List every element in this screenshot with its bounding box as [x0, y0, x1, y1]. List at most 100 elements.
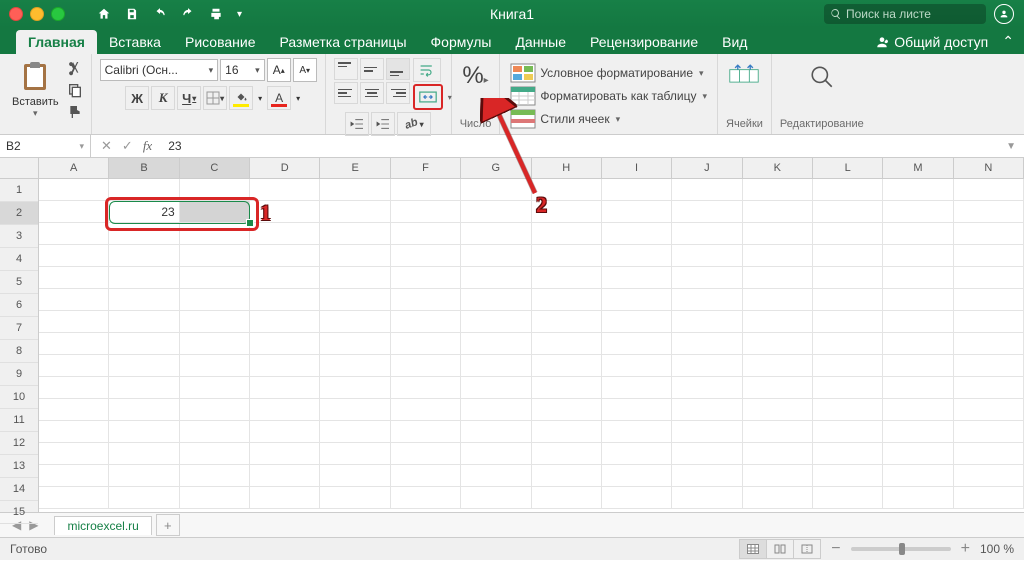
tab-home[interactable]: Главная	[16, 30, 97, 54]
zoom-slider[interactable]	[851, 547, 951, 551]
font-size-combo[interactable]: 16▾	[220, 59, 265, 81]
orientation-icon[interactable]: ab▾	[397, 112, 431, 136]
home-icon[interactable]	[97, 7, 111, 21]
row-header[interactable]: 15	[0, 501, 38, 524]
close-window-icon[interactable]	[9, 7, 23, 21]
format-as-table-button[interactable]: Форматировать как таблицу▾	[508, 85, 709, 107]
fill-color-button[interactable]: ▾	[229, 86, 253, 110]
print-icon[interactable]	[209, 7, 223, 21]
wrap-text-icon[interactable]	[413, 58, 441, 82]
search-box[interactable]: Поиск на листе	[824, 4, 986, 24]
share-button[interactable]: Общий доступ	[875, 34, 988, 50]
page-break-view-icon[interactable]	[793, 539, 821, 559]
align-bottom-icon[interactable]	[386, 58, 410, 80]
col-header[interactable]: B	[109, 158, 179, 178]
font-color-button[interactable]: A▾	[267, 86, 291, 110]
select-all-corner[interactable]	[0, 158, 38, 179]
col-header[interactable]: A	[39, 158, 109, 178]
paste-button[interactable]: Вставить ▾	[8, 58, 63, 121]
col-header[interactable]: N	[954, 158, 1024, 178]
col-header[interactable]: M	[883, 158, 953, 178]
fill-handle[interactable]	[246, 219, 254, 227]
tab-view[interactable]: Вид	[710, 30, 759, 54]
row-header[interactable]: 9	[0, 363, 38, 386]
zoom-in-button[interactable]: +	[961, 540, 970, 558]
merge-center-button[interactable]: ▾	[413, 84, 443, 110]
zoom-out-button[interactable]: −	[831, 540, 840, 558]
format-painter-icon[interactable]	[67, 104, 83, 120]
decrease-indent-icon[interactable]	[345, 112, 369, 136]
tab-insert[interactable]: Вставка	[97, 30, 173, 54]
col-header[interactable]: G	[461, 158, 531, 178]
maximize-window-icon[interactable]	[51, 7, 65, 21]
conditional-formatting-button[interactable]: Условное форматирование▾	[508, 62, 709, 84]
col-header[interactable]: C	[180, 158, 250, 178]
cell-b2[interactable]: 23	[109, 201, 179, 223]
align-left-icon[interactable]	[334, 82, 358, 104]
editing-button[interactable]	[808, 58, 836, 90]
tab-layout[interactable]: Разметка страницы	[268, 30, 419, 54]
tab-data[interactable]: Данные	[503, 30, 578, 54]
cells-button[interactable]	[728, 58, 760, 86]
row-header[interactable]: 4	[0, 248, 38, 271]
save-icon[interactable]	[125, 7, 139, 21]
redo-icon[interactable]	[181, 7, 195, 21]
decrease-font-icon[interactable]: A▾	[293, 58, 317, 82]
increase-indent-icon[interactable]	[371, 112, 395, 136]
minimize-window-icon[interactable]	[30, 7, 44, 21]
row-header[interactable]: 10	[0, 386, 38, 409]
tab-draw[interactable]: Рисование	[173, 30, 268, 54]
fx-icon[interactable]: fx	[143, 138, 152, 154]
bold-button[interactable]: Ж	[125, 86, 149, 110]
row-header[interactable]: 3	[0, 225, 38, 248]
col-header[interactable]: D	[250, 158, 320, 178]
italic-button[interactable]: К	[151, 86, 175, 110]
underline-button[interactable]: Ч▾	[177, 86, 201, 110]
col-header[interactable]: J	[672, 158, 742, 178]
enter-formula-icon[interactable]: ✓	[122, 138, 133, 154]
formula-expand-icon[interactable]: ▼	[998, 141, 1024, 152]
name-box[interactable]: B2▾	[0, 135, 91, 157]
col-header[interactable]: F	[391, 158, 461, 178]
formula-input[interactable]: 23	[162, 139, 998, 153]
undo-icon[interactable]	[153, 7, 167, 21]
align-center-icon[interactable]	[360, 82, 384, 104]
row-header[interactable]: 14	[0, 478, 38, 501]
user-account-icon[interactable]	[994, 4, 1014, 24]
col-header[interactable]: H	[532, 158, 602, 178]
col-header[interactable]: E	[320, 158, 390, 178]
row-header[interactable]: 11	[0, 409, 38, 432]
col-header[interactable]: K	[743, 158, 813, 178]
font-name-combo[interactable]: Calibri (Осн...▾	[100, 59, 219, 81]
zoom-level[interactable]: 100 %	[980, 542, 1014, 556]
row-header[interactable]: 5	[0, 271, 38, 294]
row-header[interactable]: 12	[0, 432, 38, 455]
row-header[interactable]: 8	[0, 340, 38, 363]
cells-area[interactable]: 23	[39, 179, 1024, 509]
cell-styles-button[interactable]: Стили ячеек▾	[508, 108, 709, 130]
row-header[interactable]: 2	[0, 202, 38, 225]
page-layout-view-icon[interactable]	[766, 539, 794, 559]
align-top-icon[interactable]	[334, 58, 358, 80]
add-sheet-button[interactable]: +	[156, 514, 180, 536]
qat-more-icon[interactable]: ▾	[237, 9, 242, 20]
tab-review[interactable]: Рецензирование	[578, 30, 710, 54]
row-header[interactable]: 13	[0, 455, 38, 478]
row-header[interactable]: 1	[0, 179, 38, 202]
borders-button[interactable]: ▾	[203, 86, 227, 110]
sheet-tab[interactable]: microexcel.ru	[54, 516, 151, 535]
col-header[interactable]: L	[813, 158, 883, 178]
row-header[interactable]: 7	[0, 317, 38, 340]
normal-view-icon[interactable]	[739, 539, 767, 559]
align-middle-icon[interactable]	[360, 58, 384, 80]
cut-icon[interactable]	[67, 60, 83, 76]
cell-c2[interactable]	[180, 201, 250, 223]
copy-icon[interactable]	[67, 82, 83, 98]
row-header[interactable]: 6	[0, 294, 38, 317]
cancel-formula-icon[interactable]: ✕	[101, 138, 112, 154]
number-format-button[interactable]: %▸	[462, 58, 488, 90]
tab-formulas[interactable]: Формулы	[419, 30, 504, 54]
col-header[interactable]: I	[602, 158, 672, 178]
collapse-ribbon-icon[interactable]: ⌃	[1002, 33, 1014, 50]
align-right-icon[interactable]	[386, 82, 410, 104]
